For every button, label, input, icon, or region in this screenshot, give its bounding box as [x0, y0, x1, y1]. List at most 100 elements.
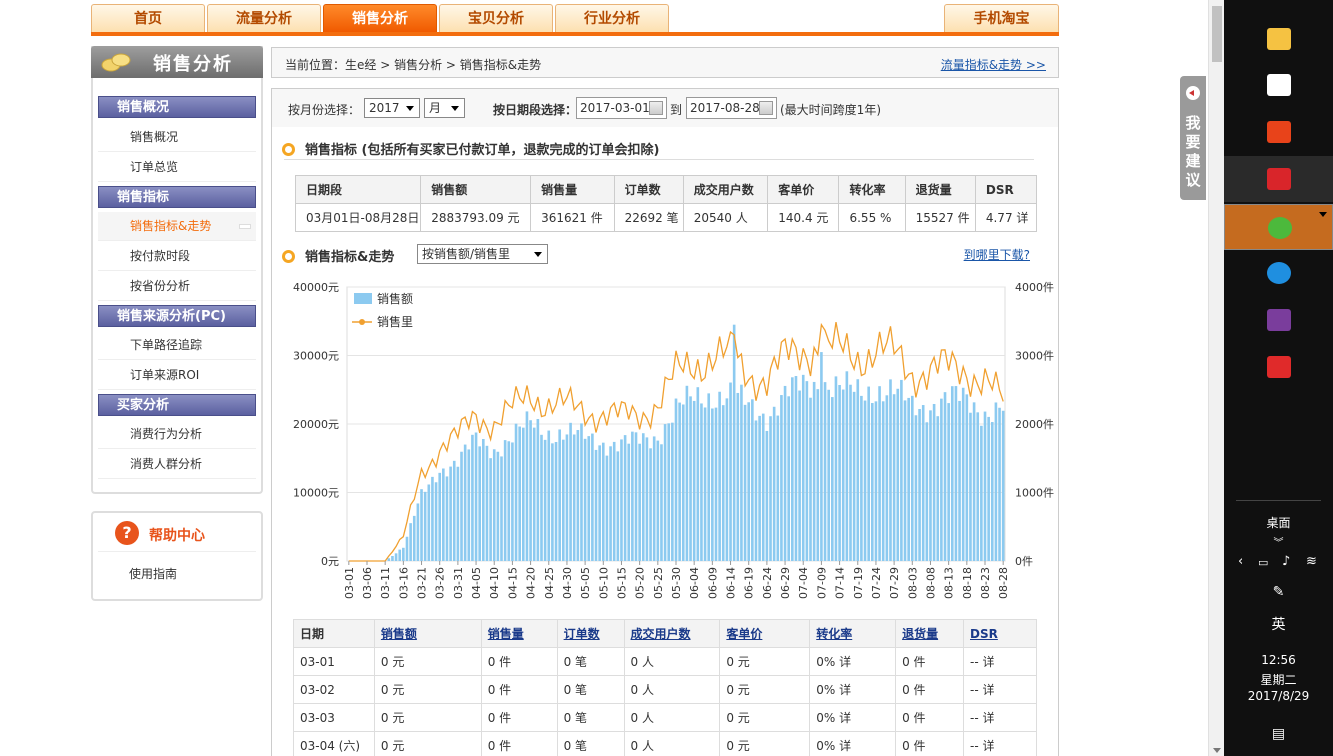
sidebar-item-consumer-groups[interactable]: 消费人群分析	[98, 450, 256, 479]
x-axis-tick: 07-29	[888, 567, 901, 599]
taskbar-app[interactable]	[1224, 297, 1333, 343]
tab-sales-analysis[interactable]: 销售分析	[323, 4, 437, 32]
sidebar-group-sales-metrics[interactable]: 销售指标	[98, 186, 256, 208]
sales-bar	[463, 444, 467, 561]
sales-bar	[492, 449, 496, 561]
battery-icon[interactable]: ▭	[1258, 556, 1268, 569]
tab-mobile-taobao[interactable]: 手机淘宝	[944, 4, 1059, 32]
calendar-icon[interactable]	[649, 101, 663, 115]
end-date-input[interactable]: 2017-08-28	[686, 97, 777, 119]
taskbar-app[interactable]	[1224, 250, 1333, 296]
sidebar-item-by-payment-time[interactable]: 按付款时段	[98, 242, 256, 271]
sidebar-item-order-source-roi[interactable]: 订单来源ROI	[98, 361, 256, 390]
x-axis-tick: 08-23	[979, 567, 992, 599]
input-method-indicator[interactable]: 英	[1224, 614, 1333, 634]
trend-metric-select[interactable]: 按销售额/销售里	[417, 244, 548, 264]
sales-bar	[747, 402, 751, 561]
sidebar-item-order-path[interactable]: 下单路径追踪	[98, 331, 256, 360]
sales-bar	[856, 379, 860, 561]
sales-bar	[852, 391, 856, 561]
table-row: 03-02 0 元0 件0 笔0 人0 元 0% 详0 件 -- 详	[293, 675, 1037, 704]
detail-header-sortable[interactable]: 销售额	[373, 619, 482, 648]
help-guide-link[interactable]: 使用指南	[129, 565, 177, 582]
taskbar-app[interactable]	[1224, 62, 1333, 108]
sales-bar	[823, 382, 827, 561]
scroll-down-arrow-icon[interactable]	[1213, 748, 1221, 753]
summary-cell: 2883793.09 元	[420, 203, 532, 232]
sales-bar	[834, 376, 838, 561]
legend-line-marker	[359, 319, 365, 325]
sales-bar	[565, 434, 569, 561]
sales-bar	[634, 432, 638, 561]
pen-icon[interactable]: ✎	[1224, 584, 1333, 600]
sales-bar	[889, 379, 892, 561]
summary-header: 日期段	[294, 175, 422, 204]
clock-weekday[interactable]: 星期二	[1224, 671, 1333, 688]
sales-bar	[485, 445, 489, 561]
taskbar-app[interactable]	[1224, 204, 1333, 250]
taskbar-app[interactable]	[1224, 16, 1333, 62]
calendar-icon[interactable]	[759, 101, 773, 115]
sales-bar	[787, 396, 791, 561]
sales-bar	[820, 352, 823, 561]
sales-bar	[514, 423, 518, 561]
summary-cell: 6.55 %	[838, 203, 906, 232]
sales-bar	[536, 418, 540, 561]
year-select[interactable]: 2017	[364, 98, 420, 118]
sales-bar	[402, 547, 405, 561]
traffic-trend-link[interactable]: 流量指标&走势 >>	[941, 56, 1046, 73]
sales-bar	[482, 439, 485, 561]
start-date-input[interactable]: 2017-03-01	[576, 97, 667, 119]
clock-time[interactable]: 12:56	[1224, 653, 1333, 667]
detail-header-sortable[interactable]: 客单价	[719, 619, 811, 648]
detail-header-sortable[interactable]: 成交用户数	[623, 619, 721, 648]
sidebar-item-order-overview[interactable]: 订单总览	[98, 153, 256, 182]
tab-item-analysis[interactable]: 宝贝分析	[439, 4, 553, 32]
detail-header-sortable[interactable]: 转化率	[809, 619, 897, 648]
chevron-down-icon[interactable]: ︾	[1224, 534, 1333, 549]
month-select[interactable]: 月	[424, 98, 465, 118]
sidebar-group-sales-overview[interactable]: 销售概况	[98, 96, 256, 118]
scrollbar-thumb[interactable]	[1212, 6, 1222, 62]
breadcrumb-text: 当前位置：生e经 > 销售分析 > 销售指标&走势	[285, 58, 542, 72]
tab-traffic-analysis[interactable]: 流量分析	[207, 4, 321, 32]
detail-header-sortable[interactable]: 退货量	[895, 619, 964, 648]
sales-bar	[754, 420, 758, 561]
taskbar-app[interactable]	[1224, 156, 1333, 202]
detail-header-sortable[interactable]: DSR	[963, 619, 1037, 648]
x-axis-tick: 07-09	[815, 567, 828, 599]
clock-date[interactable]: 2017/8/29	[1224, 689, 1333, 703]
sidebar-item-consumer-behavior[interactable]: 消费行为分析	[98, 420, 256, 449]
left-axis-tick: 40000元	[293, 281, 339, 294]
taskbar-app[interactable]	[1224, 344, 1333, 390]
sidebar-item-sales-metrics-trend[interactable]: 销售指标&走势	[98, 212, 256, 241]
sidebar-item-sales-overview[interactable]: 销售概况	[98, 123, 256, 152]
tab-home[interactable]: 首页	[91, 4, 205, 32]
sales-bar	[791, 377, 794, 561]
sidebar-group-sales-source[interactable]: 销售来源分析(PC)	[98, 305, 256, 327]
sales-bar	[703, 407, 707, 561]
detail-header-sortable[interactable]: 销售量	[480, 619, 558, 648]
sidebar-group-buyer-analysis[interactable]: 买家分析	[98, 394, 256, 416]
sales-bar	[896, 388, 900, 561]
chevron-left-icon[interactable]: ‹	[1238, 554, 1243, 569]
volume-icon[interactable]: ♪	[1282, 554, 1290, 569]
collapse-arrow-icon[interactable]	[1186, 86, 1200, 100]
tab-industry-analysis[interactable]: 行业分析	[555, 4, 669, 32]
download-link[interactable]: 到哪里下载?	[964, 246, 1030, 263]
desktop-label[interactable]: 桌面	[1224, 514, 1333, 531]
wifi-icon[interactable]: ≋	[1306, 554, 1317, 569]
sales-bar	[871, 403, 874, 561]
summary-cell[interactable]: 4.77 详	[974, 203, 1038, 232]
feedback-tab[interactable]: 我要建议	[1180, 76, 1206, 200]
sales-bar	[612, 441, 616, 561]
notification-icon[interactable]: ▤	[1224, 726, 1333, 742]
detail-header-sortable[interactable]: 订单数	[556, 619, 625, 648]
page-scrollbar[interactable]	[1208, 0, 1224, 756]
sales-bar	[391, 556, 394, 561]
sales-bar	[998, 407, 1001, 561]
sales-bar	[936, 416, 940, 561]
taskbar-app[interactable]	[1224, 109, 1333, 155]
sales-bar	[932, 403, 936, 561]
sidebar-item-by-province[interactable]: 按省份分析	[98, 272, 256, 301]
